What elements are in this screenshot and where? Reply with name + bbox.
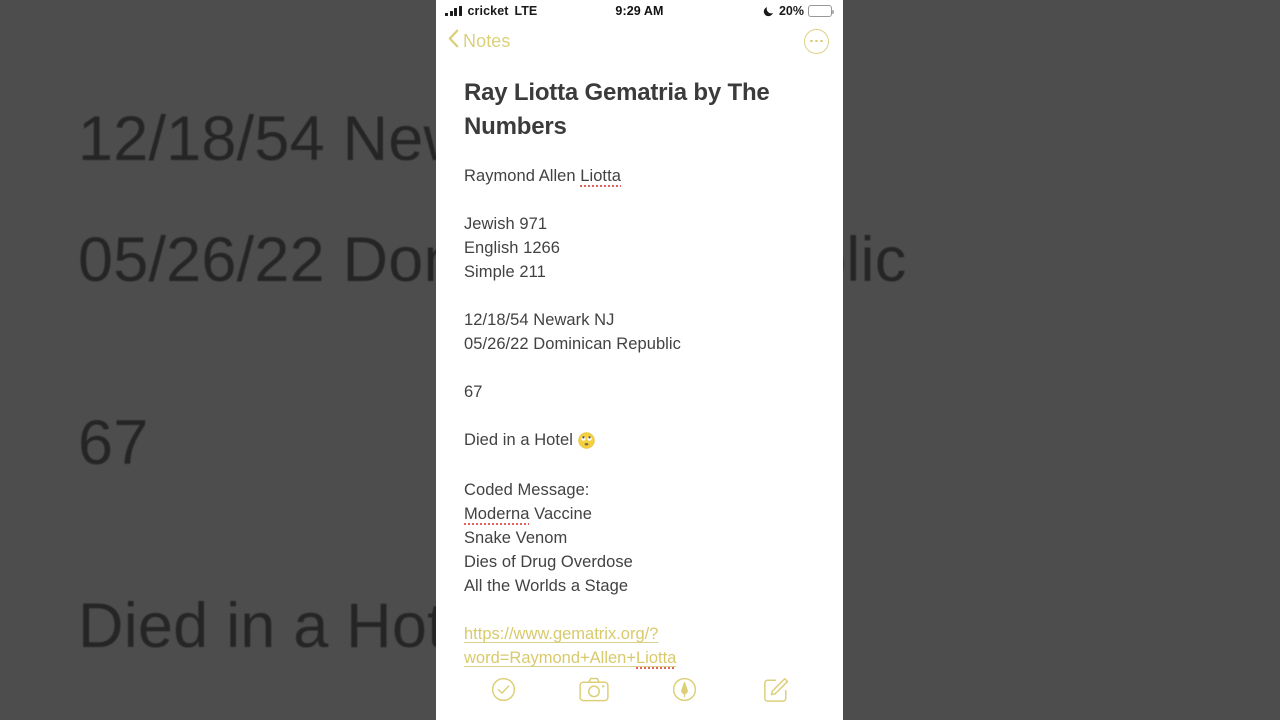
note-body[interactable]: Ray Liotta Gematria by The Numbers Raymo… [436,60,843,670]
more-options-button[interactable] [804,28,829,54]
death-note-line: Died in a Hotel [464,428,823,454]
note-title: Ray Liotta Gematria by The Numbers [464,79,770,141]
phone-screen-panel: cricket LTE 9:29 AM 20% Notes Ray Liotta… [436,0,843,720]
coded-message-header: Coded Message: [464,481,590,500]
dot [809,39,813,43]
checklist-button[interactable] [484,673,522,711]
gematria-english: English 1266 [464,239,561,258]
gematria-jewish: Jewish 971 [464,215,548,234]
carrier-label: cricket [467,4,509,18]
camera-icon [579,677,609,707]
misspelled-word: Liotta [580,167,621,188]
nav-bar: Notes [436,22,843,60]
birth-date-line: 12/18/54 Newark NJ [464,311,615,330]
moon-icon [763,5,775,17]
status-bar: cricket LTE 9:29 AM 20% [436,0,843,22]
compose-button[interactable] [757,673,795,711]
markup-pen-icon [672,677,697,707]
back-button-label: Notes [463,30,511,51]
coded-message-item: All the Worlds a Stage [464,577,629,596]
note-subject-line: Raymond Allen Liotta [464,164,823,188]
back-to-notes-button[interactable]: Notes [448,29,511,53]
link-line-two-prefix[interactable]: word=Raymond+Allen+ [464,649,636,667]
coded-message-item: Snake Venom [464,529,568,548]
battery-percent-label: 20% [778,4,804,18]
battery-icon [808,5,835,17]
coded-message-item: Dies of Drug Overdose [464,553,633,572]
link-misspelled-word[interactable]: Liotta [635,649,677,670]
signal-bars-icon [445,6,462,16]
death-date-line: 05/26/22 Dominican Republic [464,335,681,354]
misspelled-word: Moderna [464,505,530,526]
network-type-label: LTE [514,4,538,18]
screen: English 1266 Simple 211 12/18/54 Newark … [0,0,1280,720]
coded-message-item: Moderna Vaccine [464,502,823,526]
coded-message-text: Vaccine [529,505,592,524]
rolling-eyes-emoji [577,432,595,450]
markup-button[interactable] [666,673,704,711]
age-line: 67 [464,383,483,402]
checklist-icon [491,677,516,707]
camera-button[interactable] [575,673,613,711]
subject-prefix: Raymond Allen [464,167,581,186]
dot [815,39,818,43]
gematria-simple: Simple 211 [464,263,546,282]
gematrix-link[interactable]: https://www.gematrix.org/? word=Raymond+A… [464,622,823,670]
status-bar-right: 20% [763,4,835,18]
link-line-one[interactable]: https://www.gematrix.org/? [464,625,658,643]
note-toolbar [436,670,843,714]
chevron-left-icon [448,29,459,53]
status-bar-left: cricket LTE [445,4,537,18]
dot [820,39,824,43]
compose-icon [763,677,789,708]
death-note-text: Died in a Hotel [464,431,578,450]
